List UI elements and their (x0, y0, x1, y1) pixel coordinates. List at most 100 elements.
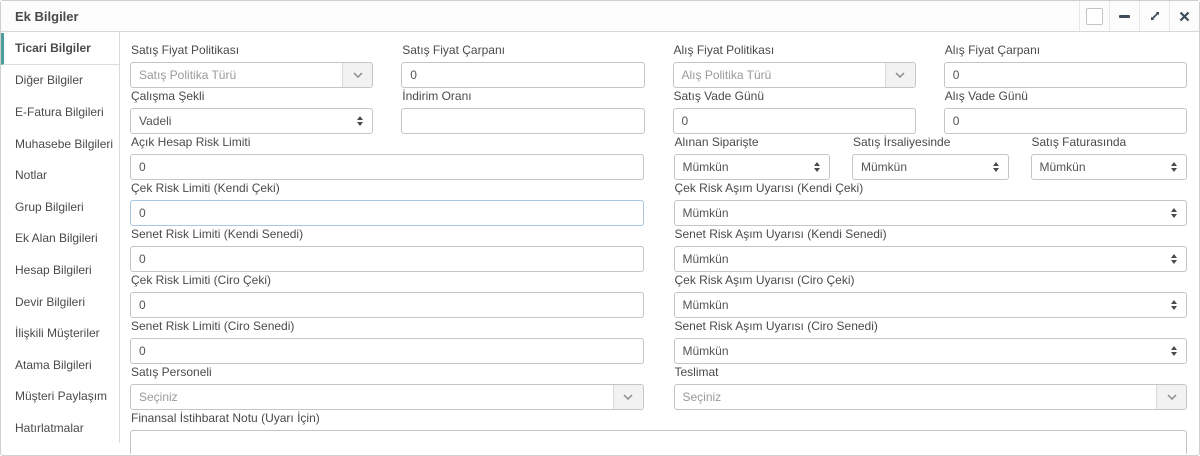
field-label: Senet Risk Limiti (Kendi Senedi) (131, 228, 644, 241)
field-finansal-istihbarat: Finansal İstihbarat Notu (Uyarı İçin) (130, 412, 1187, 454)
select-updown-icon (1171, 162, 1177, 172)
field-cek-risk-asim-kendi: Çek Risk Aşım Uyarısı (Kendi Çeki) Mümkü… (674, 182, 1188, 226)
select-placeholder: Seçiniz (131, 385, 613, 409)
field-cek-risk-limiti-kendi: Çek Risk Limiti (Kendi Çeki) (130, 182, 644, 226)
field-cek-risk-limiti-ciro: Çek Risk Limiti (Ciro Çeki) (130, 274, 644, 318)
risk-selects-group: Alınan Siparişte Mümkün Satış İrsaliyesi… (674, 136, 1188, 180)
form-row-1: Satış Fiyat Politikası Satış Politika Tü… (130, 44, 1187, 88)
field-cek-risk-asim-ciro: Çek Risk Aşım Uyarısı (Ciro Çeki) Mümkün (674, 274, 1188, 318)
field-label: Satış Faturasında (1032, 136, 1188, 149)
field-label: Satış Personeli (131, 366, 644, 379)
field-senet-risk-asim-kendi: Senet Risk Aşım Uyarısı (Kendi Senedi) M… (674, 228, 1188, 272)
sidebar-item-ek-alan-bilgileri[interactable]: Ek Alan Bilgileri (1, 223, 119, 255)
field-label: Alınan Siparişte (675, 136, 831, 149)
sidebar-item-ticari-bilgiler[interactable]: Ticari Bilgiler (1, 33, 119, 65)
field-label: Alış Fiyat Politikası (674, 44, 916, 57)
expand-icon (1149, 10, 1161, 22)
alis-fiyat-carpani-input[interactable] (944, 62, 1187, 88)
select-placeholder: Satış Politika Türü (131, 63, 342, 87)
select-updown-icon (993, 162, 999, 172)
alis-fiyat-politikasi-select[interactable]: Alış Politika Türü (673, 62, 916, 88)
field-label: Finansal İstihbarat Notu (Uyarı İçin) (131, 412, 1187, 425)
form-row-7: Senet Risk Limiti (Ciro Senedi) Senet Ri… (130, 320, 1187, 364)
senet-risk-limiti-ciro-input[interactable] (130, 338, 644, 364)
satis-faturasinda-select[interactable]: Mümkün (1031, 154, 1188, 180)
sidebar-item-devir-bilgileri[interactable]: Devir Bilgileri (1, 286, 119, 318)
field-label: Satış Fiyat Politikası (131, 44, 373, 57)
senet-risk-asim-ciro-select[interactable]: Mümkün (674, 338, 1188, 364)
satis-irsaliyesinde-select[interactable]: Mümkün (852, 154, 1009, 180)
field-teslimat: Teslimat Seçiniz (674, 366, 1188, 410)
field-label: Satış Fiyat Çarpanı (402, 44, 644, 57)
finansal-istihbarat-textarea[interactable] (130, 430, 1187, 454)
field-calisma-sekli: Çalışma Şekli Vadeli (130, 90, 373, 134)
satis-personeli-select[interactable]: Seçiniz (130, 384, 644, 410)
field-label: Teslimat (675, 366, 1188, 379)
senet-risk-limiti-kendi-input[interactable] (130, 246, 644, 272)
close-button[interactable] (1169, 1, 1199, 31)
cek-risk-limiti-ciro-input[interactable] (130, 292, 644, 318)
select-updown-icon (357, 116, 363, 126)
sidebar-item-hatirlatmalar[interactable]: Hatırlatmalar (1, 412, 119, 444)
cek-risk-limiti-kendi-input[interactable] (130, 200, 644, 226)
select-value: Mümkün (683, 252, 729, 266)
select-placeholder: Alış Politika Türü (674, 63, 885, 87)
ek-bilgiler-dialog: Ek Bilgiler Ticar (0, 0, 1200, 456)
select-updown-icon (1171, 208, 1177, 218)
field-label: Çek Risk Aşım Uyarısı (Kendi Çeki) (675, 182, 1188, 195)
dialog-body: Ticari Bilgiler Diğer Bilgiler E-Fatura … (1, 32, 1199, 454)
select-value: Mümkün (1040, 160, 1086, 174)
sidebar-item-musteri-paylasim[interactable]: Müşteri Paylaşım (1, 381, 119, 413)
sidebar-item-hesap-bilgileri[interactable]: Hesap Bilgileri (1, 254, 119, 286)
calisma-sekli-select[interactable]: Vadeli (130, 108, 373, 134)
field-label: Satış Vade Günü (674, 90, 916, 103)
sidebar-item-notlar[interactable]: Notlar (1, 159, 119, 191)
cek-risk-asim-ciro-select[interactable]: Mümkün (674, 292, 1188, 318)
expand-button[interactable] (1139, 1, 1169, 31)
satis-fiyat-politikasi-select[interactable]: Satış Politika Türü (130, 62, 373, 88)
field-senet-risk-asim-ciro: Senet Risk Aşım Uyarısı (Ciro Senedi) Mü… (674, 320, 1188, 364)
dialog-titlebar: Ek Bilgiler (1, 1, 1199, 32)
select-value: Mümkün (683, 344, 729, 358)
satis-vade-gunu-input[interactable] (673, 108, 916, 134)
field-senet-risk-limiti-kendi: Senet Risk Limiti (Kendi Senedi) (130, 228, 644, 272)
field-satis-personeli: Satış Personeli Seçiniz (130, 366, 644, 410)
sidebar-item-iliskili-musteriler[interactable]: İlişkili Müşteriler (1, 317, 119, 349)
close-icon (1179, 11, 1190, 22)
select-value: Mümkün (861, 160, 907, 174)
field-satis-vade-gunu: Satış Vade Günü (673, 90, 916, 134)
field-label: Çek Risk Limiti (Ciro Çeki) (131, 274, 644, 287)
field-label: Çek Risk Limiti (Kendi Çeki) (131, 182, 644, 195)
senet-risk-asim-kendi-select[interactable]: Mümkün (674, 246, 1188, 272)
sidebar-item-grup-bilgileri[interactable]: Grup Bilgileri (1, 191, 119, 223)
acik-hesap-risk-limiti-input[interactable] (130, 154, 644, 180)
field-senet-risk-limiti-ciro: Senet Risk Limiti (Ciro Senedi) (130, 320, 644, 364)
minimize-button[interactable] (1109, 1, 1139, 31)
maximize-button[interactable] (1079, 1, 1109, 31)
field-alis-vade-gunu: Alış Vade Günü (944, 90, 1187, 134)
field-alinan-sipariste: Alınan Siparişte Mümkün (674, 136, 831, 180)
field-label: Çek Risk Aşım Uyarısı (Ciro Çeki) (675, 274, 1188, 287)
sidebar-item-e-fatura-bilgileri[interactable]: E-Fatura Bilgileri (1, 96, 119, 128)
field-satis-fiyat-politikasi: Satış Fiyat Politikası Satış Politika Tü… (130, 44, 373, 88)
teslimat-select[interactable]: Seçiniz (674, 384, 1188, 410)
dialog-title: Ek Bilgiler (1, 9, 79, 24)
select-value: Mümkün (683, 160, 729, 174)
window-controls (1079, 1, 1199, 31)
field-satis-fiyat-carpani: Satış Fiyat Çarpanı (401, 44, 644, 88)
field-acik-hesap-risk-limiti: Açık Hesap Risk Limiti (130, 136, 644, 180)
sidebar-item-diger-bilgiler[interactable]: Diğer Bilgiler (1, 65, 119, 97)
indirim-orani-input[interactable] (401, 108, 644, 134)
cek-risk-asim-kendi-select[interactable]: Mümkün (674, 200, 1188, 226)
sidebar-item-atama-bilgileri[interactable]: Atama Bilgileri (1, 349, 119, 381)
field-satis-irsaliyesinde: Satış İrsaliyesinde Mümkün (852, 136, 1009, 180)
chevron-down-icon (1156, 385, 1186, 409)
sidebar-item-muhasebe-bilgileri[interactable]: Muhasebe Bilgileri (1, 128, 119, 160)
select-updown-icon (1171, 300, 1177, 310)
form-row-4: Çek Risk Limiti (Kendi Çeki) Çek Risk Aş… (130, 182, 1187, 226)
satis-fiyat-carpani-input[interactable] (401, 62, 644, 88)
alinan-sipariste-select[interactable]: Mümkün (674, 154, 831, 180)
field-label: İndirim Oranı (402, 90, 644, 103)
alis-vade-gunu-input[interactable] (944, 108, 1187, 134)
chevron-down-icon (342, 63, 372, 87)
